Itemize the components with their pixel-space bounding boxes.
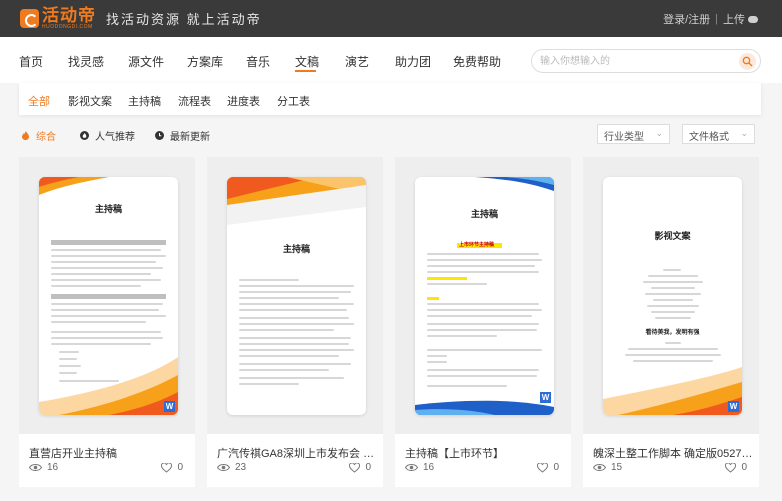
industry-filter-label: 行业类型 (604, 132, 644, 143)
logo-name: 活动帝 (42, 6, 96, 25)
tab-host-script[interactable]: 主持稿 (128, 93, 161, 109)
like-count-value: 0 (177, 462, 183, 473)
nav-active-indicator (295, 70, 316, 72)
nav-item-performance[interactable]: 演艺 (345, 53, 369, 70)
format-filter-label: 文件格式 (689, 132, 729, 143)
search-icon (742, 56, 753, 67)
nav-item-free-help[interactable]: 免费帮助 (453, 53, 501, 70)
orange-wave-decoration (603, 367, 742, 415)
clock-icon (155, 131, 164, 140)
document-title: 主持稿 (94, 204, 122, 214)
like-count-value: 0 (741, 462, 747, 473)
nav-item-inspiration[interactable]: 找灵感 (68, 53, 104, 70)
nav-item-scripts[interactable]: 文稿 (295, 53, 319, 70)
orange-geometric-decoration (227, 177, 366, 225)
tab-division-of-labor[interactable]: 分工表 (277, 93, 310, 109)
nav-item-home[interactable]: 首页 (19, 53, 43, 70)
document-title: 影视文案 (654, 231, 691, 241)
upload-link[interactable]: 上传 (723, 11, 745, 27)
card-thumbnail[interactable]: 影视文案 看待美我，发明有强 W (583, 157, 759, 434)
category-tabs: 全部 影视文案 主持稿 流程表 进度表 分工表 (19, 83, 761, 115)
like-button[interactable]: 0 (537, 462, 559, 473)
view-count-value: 23 (235, 462, 247, 473)
sort-comprehensive[interactable]: 综合 (21, 128, 56, 143)
nav-item-plans[interactable]: 方案库 (187, 53, 223, 70)
sort-latest-label: 最新更新 (170, 132, 210, 143)
view-count: 15 (593, 462, 622, 473)
top-bar: 活动帝 HUODONGDI.COM 找活动资源 就上活动帝 登录/注册 | 上传 (0, 0, 782, 37)
format-filter[interactable]: 文件格式 ⌄ (682, 124, 755, 144)
sort-popular[interactable]: 人气推荐 (80, 128, 135, 143)
document-highlight-heading: 上市环节主持稿 (459, 242, 495, 248)
document-title: 主持稿 (282, 244, 310, 254)
search-box (531, 49, 761, 73)
document-preview: 影视文案 看待美我，发明有强 W (603, 177, 742, 415)
document-card[interactable]: 主持稿 W 直营店开业主持稿 16 0 (19, 157, 195, 487)
view-count: 16 (405, 462, 434, 473)
view-count: 23 (217, 462, 246, 473)
document-card[interactable]: 影视文案 看待美我，发明有强 W 魄深土整工作脚本 确定版052701(1) 1… (583, 157, 759, 487)
search-input[interactable] (540, 50, 730, 72)
site-logo[interactable]: 活动帝 HUODONGDI.COM (20, 7, 96, 30)
sort-comprehensive-label: 综合 (36, 132, 56, 143)
word-file-icon: W (540, 392, 551, 403)
card-title[interactable]: 广汽传祺GA8深圳上市发布会 - 主持人... (217, 445, 377, 461)
heart-icon (161, 462, 173, 473)
view-count-value: 16 (423, 462, 435, 473)
tab-all[interactable]: 全部 (28, 93, 50, 109)
eye-icon (217, 464, 230, 471)
document-preview: 主持稿 (227, 177, 366, 415)
eye-icon (29, 464, 42, 471)
heart-icon (537, 462, 549, 473)
login-register-link[interactable]: 登录/注册 (663, 11, 710, 27)
chevron-down-icon: ⌄ (740, 128, 748, 138)
logo-url: HUODONGDI.COM (42, 24, 93, 30)
nav-item-source-files[interactable]: 源文件 (128, 53, 164, 70)
fire-icon (22, 131, 29, 140)
document-title: 主持稿 (470, 209, 498, 219)
cloud-upload-icon[interactable] (748, 14, 758, 23)
card-thumbnail[interactable]: 主持稿 上市环节主持稿 W (395, 157, 571, 434)
sort-latest[interactable]: 最新更新 (155, 128, 210, 143)
card-title[interactable]: 主持稿【上市环节】 (405, 445, 565, 461)
eye-icon (593, 464, 606, 471)
like-count-value: 0 (365, 462, 371, 473)
heart-icon (725, 462, 737, 473)
card-thumbnail[interactable]: 主持稿 W (19, 157, 195, 434)
search-button[interactable] (739, 53, 756, 70)
like-button[interactable]: 0 (349, 462, 371, 473)
industry-filter[interactable]: 行业类型 ⌄ (597, 124, 670, 144)
view-count-value: 15 (611, 462, 623, 473)
heart-icon (349, 462, 361, 473)
tab-schedule[interactable]: 进度表 (227, 93, 260, 109)
divider: | (715, 12, 718, 25)
document-card[interactable]: 主持稿 上市环节主持稿 W 主持稿【上市环节】 16 0 (395, 157, 571, 487)
like-count-value: 0 (553, 462, 559, 473)
tab-flow-chart[interactable]: 流程表 (178, 93, 211, 109)
document-subheading: 看待美我，发明有强 (645, 330, 700, 336)
chevron-down-icon: ⌄ (655, 128, 663, 138)
view-count-value: 16 (47, 462, 59, 473)
view-count: 16 (29, 462, 58, 473)
nav-item-music[interactable]: 音乐 (246, 53, 270, 70)
eye-icon (405, 464, 418, 471)
card-title[interactable]: 直营店开业主持稿 (29, 445, 189, 461)
document-preview: 主持稿 上市环节主持稿 W (415, 177, 554, 415)
slogan: 找活动资源 就上活动帝 (106, 12, 262, 27)
card-thumbnail[interactable]: 主持稿 (207, 157, 383, 434)
document-preview: 主持稿 W (39, 177, 178, 415)
nav-item-support-team[interactable]: 助力团 (395, 53, 431, 70)
card-title[interactable]: 魄深土整工作脚本 确定版052701(1) (593, 445, 753, 461)
sort-popular-label: 人气推荐 (95, 132, 135, 143)
like-button[interactable]: 0 (161, 462, 183, 473)
document-card[interactable]: 主持稿 广汽传祺GA8深圳上市发布会 - 主持人... 23 0 (207, 157, 383, 487)
popular-icon (80, 131, 89, 140)
word-file-icon: W (164, 401, 175, 412)
logo-icon (20, 9, 39, 28)
tab-film-copy[interactable]: 影视文案 (68, 93, 112, 109)
word-file-icon: W (728, 401, 739, 412)
like-button[interactable]: 0 (725, 462, 747, 473)
